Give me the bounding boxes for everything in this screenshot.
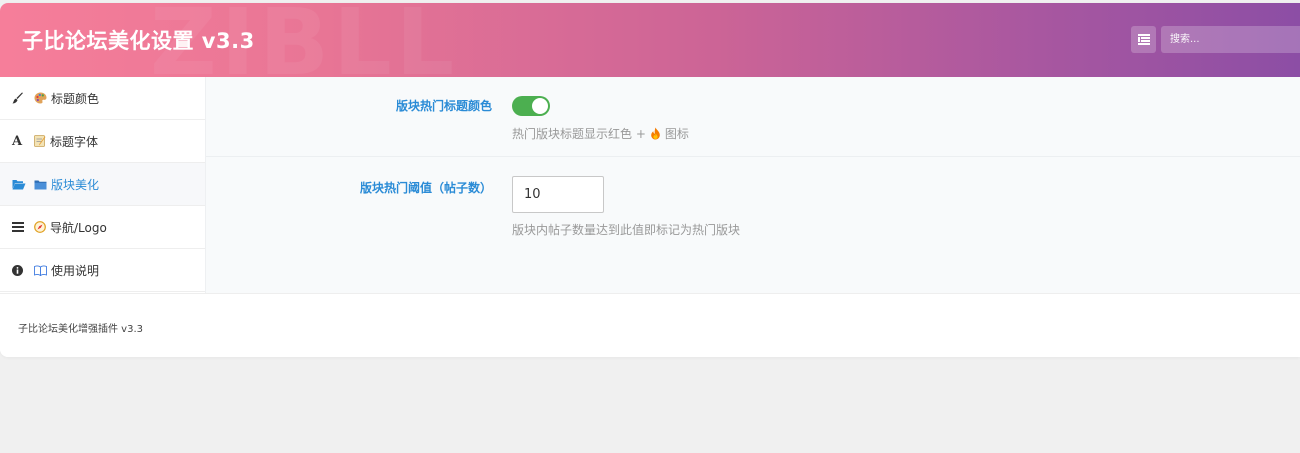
description-text: 图标	[664, 127, 689, 141]
folder-open-icon	[12, 179, 28, 190]
sidebar-item-title-font[interactable]: A 标题字体	[0, 120, 205, 163]
sidebar-item-label: 标题颜色	[51, 91, 100, 106]
field-label: 版块热门阈值（帖子数）	[359, 181, 492, 195]
settings-panel: ZIBLL 子比论坛美化设置 v3.3 搜索... 标题颜色 A 标题字体 版块…	[0, 3, 1300, 357]
header: ZIBLL 子比论坛美化设置 v3.3	[0, 3, 1300, 77]
sidebar-item-label: 导航/Logo	[50, 220, 107, 235]
list-icon	[1137, 34, 1150, 45]
field-description: 热门版块标题显示红色 + 图标	[512, 125, 689, 142]
footer-text: 子比论坛美化增强插件 v3.3	[18, 324, 143, 335]
memo-icon	[34, 135, 46, 147]
toggle-knob	[532, 98, 548, 114]
sidebar-item-instructions[interactable]: 使用说明	[0, 249, 205, 292]
setting-row-hot-title-color: 版块热门标题颜色 热门版块标题显示红色 + 图标	[206, 77, 1300, 157]
footer: 子比论坛美化增强插件 v3.3	[0, 293, 1300, 357]
fire-icon	[650, 127, 661, 140]
folder-icon	[34, 179, 47, 190]
font-icon: A	[12, 133, 23, 149]
field-description: 版块内帖子数量达到此值即标记为热门版块	[512, 223, 741, 237]
hot-threshold-input[interactable]	[512, 176, 604, 213]
sidebar-item-title-color[interactable]: 标题颜色	[0, 77, 205, 120]
bars-icon	[12, 222, 28, 232]
description-text: 热门版块标题显示红色 +	[512, 127, 646, 141]
search-input[interactable]	[1161, 26, 1300, 53]
info-circle-icon	[12, 264, 28, 276]
sidebar-item-label: 标题字体	[50, 134, 99, 149]
palette-icon	[34, 92, 47, 104]
sidebar-item-block-style[interactable]: 版块美化	[0, 163, 205, 206]
paintbrush-icon	[12, 92, 28, 104]
sidebar-item-nav-logo[interactable]: 导航/Logo	[0, 206, 205, 249]
hot-title-color-toggle[interactable]	[512, 96, 550, 116]
sidebar-item-label: 使用说明	[51, 263, 100, 278]
sidebar-item-label: 版块美化	[51, 177, 100, 192]
compass-icon	[34, 221, 46, 233]
settings-content: 版块热门标题颜色 热门版块标题显示红色 + 图标 版块热门阈值（帖子数） 版块内…	[206, 77, 1300, 293]
field-label: 版块热门标题颜色	[395, 99, 492, 113]
sidebar: 标题颜色 A 标题字体 版块美化 导航/Logo 使用说明	[0, 77, 206, 293]
page-title: 子比论坛美化设置 v3.3	[22, 29, 255, 53]
book-icon	[34, 265, 47, 276]
menu-toggle-button[interactable]	[1131, 26, 1156, 53]
setting-row-hot-threshold: 版块热门阈值（帖子数） 版块内帖子数量达到此值即标记为热门版块	[206, 157, 1300, 293]
